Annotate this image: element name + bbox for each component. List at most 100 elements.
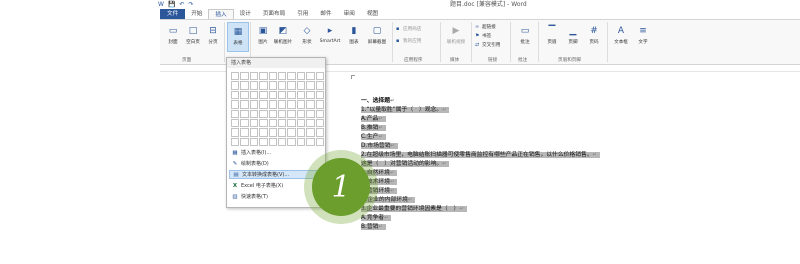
table-size-cell[interactable]: [231, 128, 240, 137]
table-size-cell[interactable]: [240, 100, 249, 109]
table-size-cell[interactable]: [259, 109, 268, 118]
table-size-cell[interactable]: [259, 118, 268, 128]
table-size-cell[interactable]: [268, 128, 277, 137]
table-size-cell[interactable]: [231, 100, 240, 109]
online-video-button[interactable]: ▶ 联机视频: [444, 22, 468, 52]
table-size-cell[interactable]: [268, 109, 277, 118]
hyperlink-button[interactable]: ∞ 超链接: [475, 24, 496, 30]
store-button[interactable]: ▪ 应用商店: [396, 26, 421, 32]
table-size-cell[interactable]: [287, 100, 296, 109]
table-size-cell[interactable]: [268, 100, 277, 109]
table-size-cell[interactable]: [277, 109, 287, 118]
table-size-cell[interactable]: [315, 72, 324, 81]
table-size-cell[interactable]: [277, 118, 287, 128]
tab-insert[interactable]: 插入: [208, 9, 234, 19]
table-size-cell[interactable]: [315, 90, 324, 100]
table-size-cell[interactable]: [240, 109, 249, 118]
shapes-button[interactable]: ◇ 形状: [296, 22, 318, 52]
table-button[interactable]: ▦ 表格: [227, 22, 249, 52]
table-size-cell[interactable]: [240, 81, 249, 90]
table-size-cell[interactable]: [268, 137, 277, 147]
redo-icon[interactable]: ↷: [188, 1, 193, 8]
cover-button[interactable]: ▭ 封面: [162, 22, 184, 52]
footer-button[interactable]: ▁ 页脚: [562, 22, 584, 52]
table-size-cell[interactable]: [249, 128, 259, 137]
table-size-cell[interactable]: [231, 137, 240, 147]
table-size-cell[interactable]: [249, 137, 259, 147]
table-size-cell[interactable]: [296, 81, 306, 90]
table-size-cell[interactable]: [277, 137, 287, 147]
table-size-cell[interactable]: [249, 100, 259, 109]
table-size-cell[interactable]: [240, 118, 249, 128]
table-size-cell[interactable]: [296, 137, 306, 147]
table-size-cell[interactable]: [306, 72, 315, 81]
table-size-cell[interactable]: [259, 72, 268, 81]
tab-review[interactable]: 审阅: [338, 9, 361, 19]
bookmark-button[interactable]: ⚑ 书签: [475, 33, 491, 39]
table-size-cell[interactable]: [287, 137, 296, 147]
table-size-cell[interactable]: [259, 137, 268, 147]
table-size-cell[interactable]: [277, 100, 287, 109]
table-size-cell[interactable]: [277, 128, 287, 137]
table-size-cell[interactable]: [315, 100, 324, 109]
table-size-cell[interactable]: [315, 128, 324, 137]
table-size-cell[interactable]: [277, 72, 287, 81]
table-size-cell[interactable]: [315, 109, 324, 118]
table-size-cell[interactable]: [306, 81, 315, 90]
table-size-cell[interactable]: [259, 100, 268, 109]
table-size-cell[interactable]: [231, 118, 240, 128]
blank-page-button[interactable]: □ 空白页: [182, 22, 204, 52]
table-size-cell[interactable]: [268, 81, 277, 90]
table-size-grid[interactable]: [231, 72, 324, 147]
comment-button[interactable]: ▭ 批注: [514, 22, 536, 52]
table-size-cell[interactable]: [306, 137, 315, 147]
table-size-cell[interactable]: [306, 90, 315, 100]
tab-view[interactable]: 视图: [361, 9, 384, 19]
table-size-cell[interactable]: [296, 90, 306, 100]
table-size-cell[interactable]: [306, 109, 315, 118]
tab-file[interactable]: 文件: [160, 9, 186, 19]
table-size-cell[interactable]: [249, 81, 259, 90]
table-size-cell[interactable]: [249, 90, 259, 100]
smartart-button[interactable]: ▸ SmartArt: [317, 22, 343, 52]
textbox-button[interactable]: A 文本框: [610, 22, 632, 52]
table-size-cell[interactable]: [231, 72, 240, 81]
table-size-cell[interactable]: [287, 72, 296, 81]
table-size-cell[interactable]: [277, 81, 287, 90]
table-size-cell[interactable]: [268, 72, 277, 81]
table-size-cell[interactable]: [249, 118, 259, 128]
my-apps-button[interactable]: ▪ 我的应用: [396, 38, 421, 44]
table-size-cell[interactable]: [240, 128, 249, 137]
table-size-cell[interactable]: [315, 137, 324, 147]
table-size-cell[interactable]: [306, 100, 315, 109]
table-size-cell[interactable]: [249, 72, 259, 81]
table-size-cell[interactable]: [296, 109, 306, 118]
screenshot-button[interactable]: ▢ 屏幕截图: [364, 22, 390, 52]
page-break-button[interactable]: ⊟ 分页: [202, 22, 224, 52]
table-size-cell[interactable]: [240, 72, 249, 81]
tab-design[interactable]: 设计: [234, 9, 257, 19]
table-size-cell[interactable]: [287, 81, 296, 90]
table-size-cell[interactable]: [259, 90, 268, 100]
table-size-cell[interactable]: [277, 90, 287, 100]
table-size-cell[interactable]: [249, 109, 259, 118]
table-size-cell[interactable]: [231, 90, 240, 100]
page-number-button[interactable]: # 页码: [583, 22, 605, 52]
tab-page-layout[interactable]: 页面布局: [257, 9, 291, 19]
table-size-cell[interactable]: [259, 128, 268, 137]
table-size-cell[interactable]: [287, 109, 296, 118]
header-button[interactable]: ▔ 页眉: [541, 22, 563, 52]
table-size-cell[interactable]: [306, 118, 315, 128]
table-size-cell[interactable]: [240, 137, 249, 147]
table-size-cell[interactable]: [268, 118, 277, 128]
text-more-button[interactable]: ≡ 文字: [632, 22, 654, 52]
picture-button[interactable]: ▣ 图片: [252, 22, 274, 52]
online-picture-button[interactable]: ◩ 联机图片: [272, 22, 294, 52]
undo-icon[interactable]: ↶: [179, 1, 184, 8]
table-size-cell[interactable]: [268, 90, 277, 100]
table-size-cell[interactable]: [259, 81, 268, 90]
table-size-cell[interactable]: [296, 118, 306, 128]
table-size-cell[interactable]: [315, 118, 324, 128]
table-size-cell[interactable]: [296, 72, 306, 81]
menu-insert-table[interactable]: ▦ 插入表格(I)...: [229, 148, 325, 157]
